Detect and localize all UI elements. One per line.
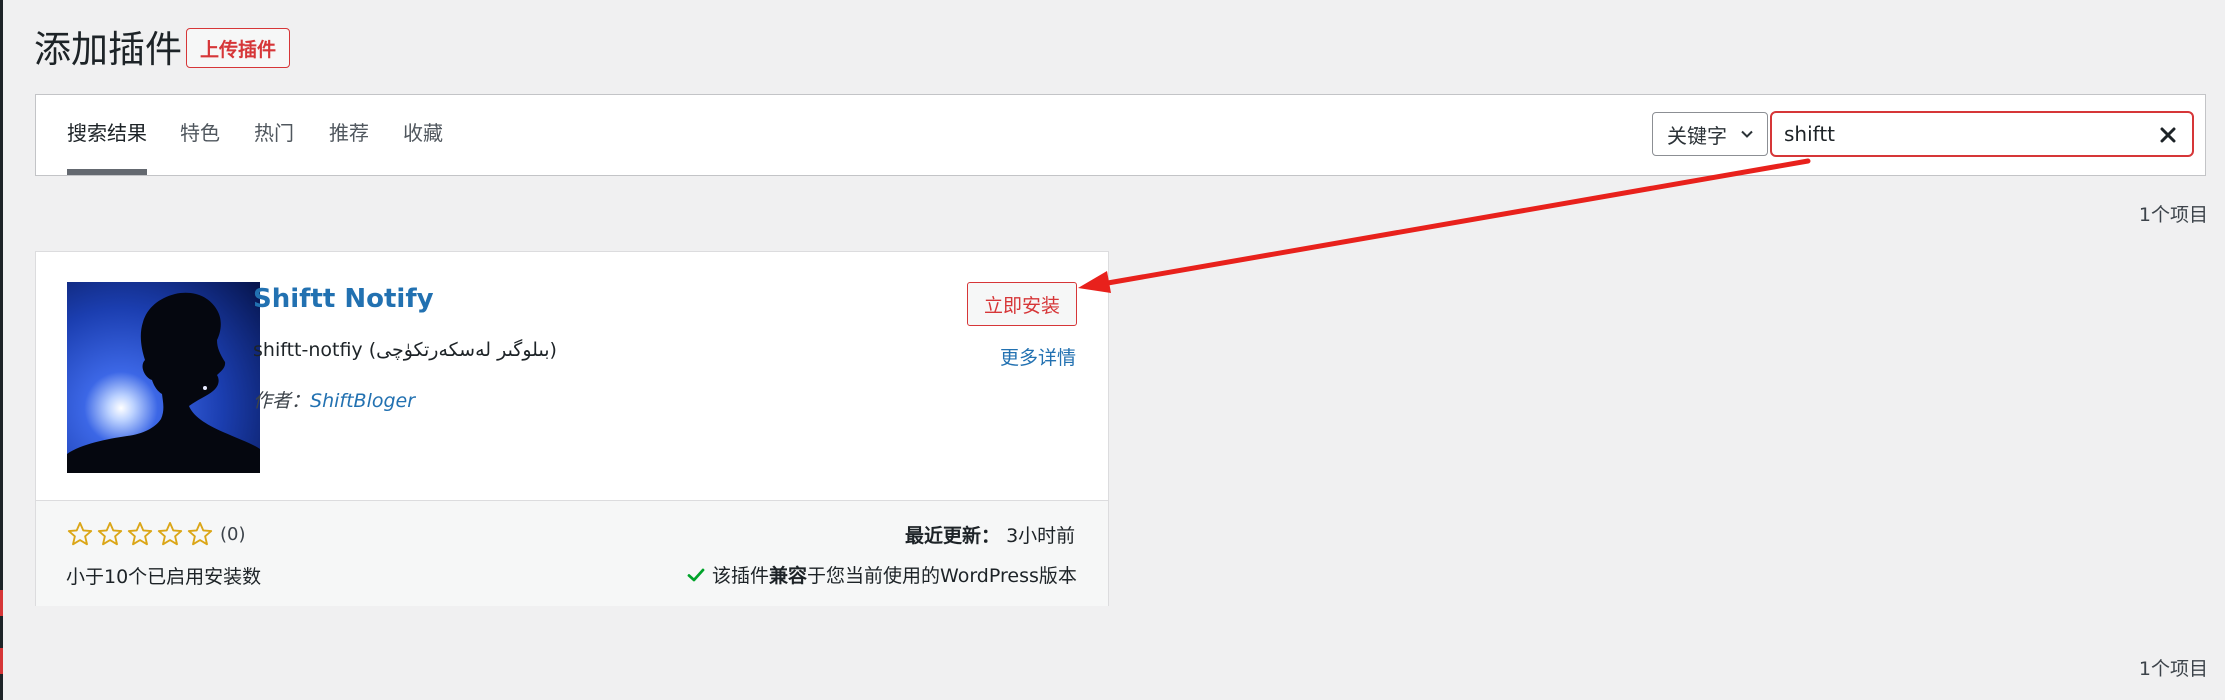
compatibility-note: 该插件 兼容 于您当前使用的WordPress版本 (686, 561, 1077, 588)
plugin-card (35, 251, 1109, 606)
close-icon (2160, 127, 2176, 143)
upload-plugin-button[interactable]: 上传插件 (186, 28, 290, 68)
check-icon (687, 568, 705, 581)
results-count: 1个项目 (2138, 204, 2208, 226)
star-empty-icon (67, 521, 93, 546)
star-empty-icon (157, 521, 183, 546)
last-updated: 最近更新： 3小时前 (905, 521, 1075, 548)
compat-pre: 该插件 (712, 565, 770, 587)
last-updated-label: 最近更新： (905, 525, 1001, 547)
star-empty-icon (187, 521, 213, 546)
chevron-down-icon (1741, 130, 1753, 138)
search-box (1770, 111, 2194, 157)
search-type-value: 关键字 (1667, 123, 1727, 148)
filter-bar: 搜索结果 特色 热门 推荐 收藏 关键字 (35, 94, 2206, 176)
plugin-icon[interactable] (67, 282, 260, 473)
annotation-arrow-line (1099, 158, 1811, 287)
compat-post: 于您当前使用的WordPress版本 (807, 565, 1077, 587)
author-link[interactable]: ShiftBloger (310, 390, 415, 412)
left-edge-marker (0, 648, 3, 674)
install-now-button[interactable]: 立即安装 (967, 282, 1077, 326)
plugin-name-link[interactable]: Shiftt Notify (253, 282, 434, 316)
more-details-link[interactable]: 更多详情 (1000, 343, 1076, 370)
clear-search-button[interactable] (2154, 121, 2182, 149)
tab-recommended[interactable]: 推荐 (329, 95, 369, 175)
tab-featured[interactable]: 特色 (180, 95, 220, 175)
plugin-icon-image (67, 282, 260, 473)
page-title: 添加插件 (34, 28, 182, 71)
search-type-select[interactable]: 关键字 (1652, 112, 1768, 156)
active-installs: 小于10个已启用安装数 (66, 566, 262, 588)
plugin-card-footer (36, 500, 1108, 606)
plugin-description: shiftt-notfiy (بىلوگىر لەسكەرتكۈچى) (253, 339, 557, 361)
author-prefix: 作者： (253, 390, 311, 412)
star-empty-icon (127, 521, 153, 546)
tab-favorites[interactable]: 收藏 (403, 95, 443, 175)
results-count-bottom: 1个项目 (2138, 658, 2208, 680)
rating-count: (0) (220, 523, 246, 545)
star-empty-icon (97, 521, 123, 546)
last-updated-value: 3小时前 (1006, 525, 1076, 547)
left-edge-marker (0, 590, 3, 616)
plugin-author: 作者：ShiftBloger (253, 386, 415, 413)
compat-bold: 兼容 (769, 565, 808, 587)
star-rating: (0) (66, 520, 246, 548)
tab-search-results[interactable]: 搜索结果 (67, 95, 147, 175)
plugin-card-top (36, 252, 1108, 500)
search-input[interactable] (1784, 119, 2144, 149)
tab-popular[interactable]: 热门 (254, 95, 294, 175)
